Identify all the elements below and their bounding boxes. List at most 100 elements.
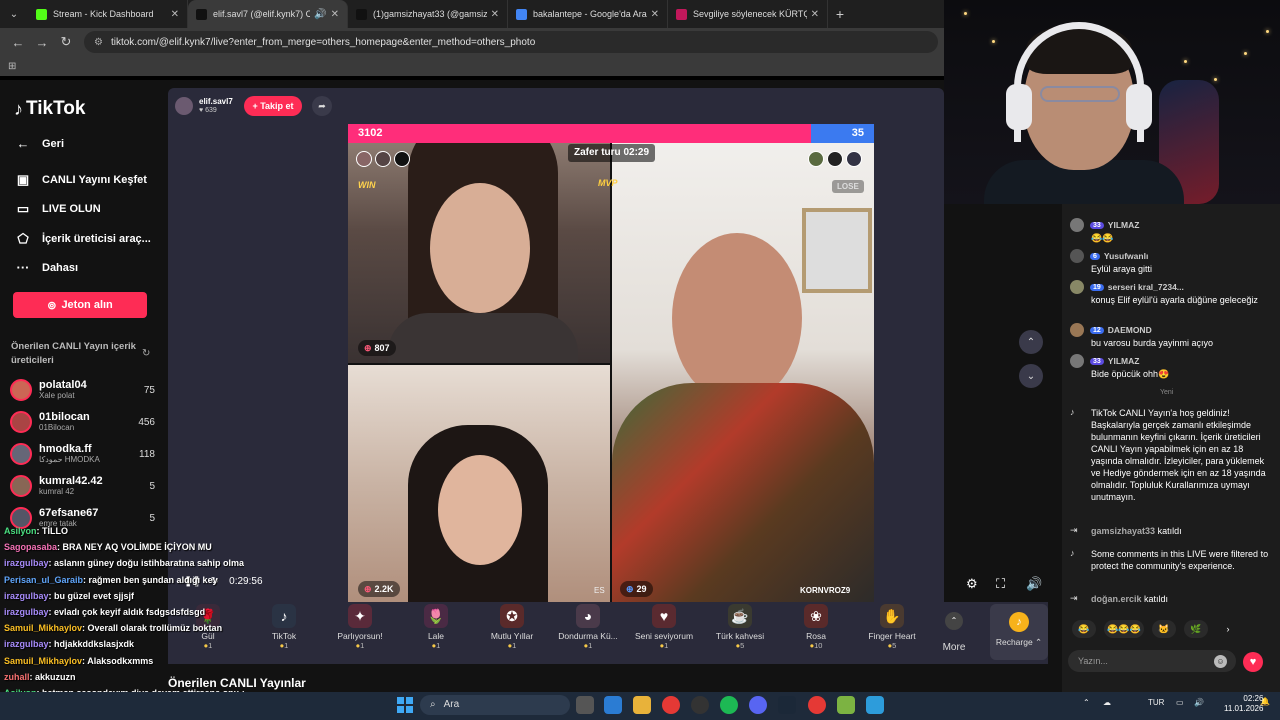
steam-icon[interactable] [778, 696, 796, 714]
creator-item[interactable]: polatal04 Xale polat 75 [10, 376, 155, 404]
fullscreen-icon[interactable]: ⛶ [996, 576, 1005, 592]
discord-icon[interactable] [749, 696, 767, 714]
chevron-right-icon[interactable]: › [1216, 620, 1240, 638]
refresh-icon[interactable]: ↻ [142, 348, 150, 359]
tab-google-search[interactable]: bakalantepe - Google'da Ara ✕ [508, 0, 668, 28]
sidebar-item-go-live[interactable]: ▭ LIVE OLUN [14, 201, 101, 217]
creator-item[interactable]: kumral42.42 kumral 42 5 [10, 472, 155, 500]
tray-chevron-icon[interactable]: ⌃ [1083, 698, 1090, 707]
new-tab-button[interactable]: + [828, 6, 852, 22]
tab-kurtce[interactable]: Sevgiliye söylenecek KÜRTÇE E✕ [668, 0, 828, 28]
gift-item[interactable]: ✋ Finger Heart ●5 [856, 604, 928, 650]
tiktok-logo[interactable]: ♪ TikTok [14, 98, 85, 120]
gift-item[interactable]: 🌷 Lale ●1 [400, 604, 472, 650]
speaker-icon[interactable]: 🔊 [314, 9, 326, 20]
like-heart-button[interactable]: ♥ [1243, 652, 1263, 672]
volume-icon[interactable]: 🔊 [1194, 698, 1204, 707]
keyboard-language[interactable]: TUR [1148, 698, 1164, 707]
sidebar-item-creator-tools[interactable]: ⬠ İçerik üreticisi araç... [14, 231, 151, 247]
spotify-icon[interactable] [720, 696, 738, 714]
video-tile-top-left [348, 143, 610, 363]
github-icon[interactable] [691, 696, 709, 714]
mvp-badge: MVP [598, 178, 618, 188]
sidebar-item-more[interactable]: ··· Dahası [14, 260, 79, 275]
volume-icon[interactable]: 🔊 [1026, 576, 1042, 592]
tab-kick-dashboard[interactable]: Stream - Kick Dashboard ✕ [28, 0, 188, 28]
gift-item[interactable]: ❀ Rosa ●10 [780, 604, 852, 650]
join-icon: ⇥ [1070, 525, 1078, 535]
host-info[interactable]: elif.savl7 ♥ 639 [175, 96, 233, 116]
arrow-left-icon: ← [16, 136, 30, 151]
fairy-light [1244, 52, 1247, 55]
app-icon[interactable] [866, 696, 884, 714]
next-live-button[interactable]: ⌄ [1019, 364, 1043, 388]
emoji-icon[interactable]: ☺ [1214, 655, 1227, 668]
tab-tiktok-gamsizhayat[interactable]: (1)gamsizhayat33 (@gamsizhay✕ [348, 0, 508, 28]
chat-username[interactable]: YILMAZ [1108, 220, 1140, 230]
sidebar-item-explore-live[interactable]: ▣ CANLI Yayını Keşfet [14, 172, 147, 188]
gift-item[interactable]: ♥ Seni seviyorum ●1 [628, 604, 700, 650]
windows-start-icon[interactable] [397, 697, 413, 713]
reaction-button[interactable]: 🌿 [1184, 620, 1208, 638]
settings-icon[interactable]: ⚙ [966, 576, 978, 592]
chat-username[interactable]: YILMAZ [1108, 356, 1140, 366]
url-input[interactable]: ⚙ tiktok.com/@elif.kynk7/live?enter_from_… [84, 31, 938, 53]
more-gifts-button[interactable]: ⌃ More [930, 612, 978, 653]
reload-icon[interactable]: ↻ [54, 34, 78, 50]
back-icon[interactable]: ← [6, 35, 30, 50]
close-icon[interactable]: ✕ [651, 9, 659, 20]
chat-username[interactable]: Yusufwanlı [1104, 251, 1148, 261]
avatar[interactable] [1070, 323, 1084, 337]
chrome-icon[interactable] [662, 696, 680, 714]
notification-bell-icon[interactable]: 🔔 [1260, 697, 1270, 706]
reaction-button[interactable]: 😂 [1072, 620, 1096, 638]
gift-item[interactable]: ✦ Parlıyorsun! ●1 [324, 604, 396, 650]
follow-button[interactable]: + Takip et [244, 96, 302, 116]
task-view-icon[interactable] [576, 696, 594, 714]
creator-item[interactable]: hmodka.ff حمودكا HMODKA 118 [10, 440, 155, 468]
avatar[interactable] [1070, 354, 1084, 368]
recharge-button[interactable]: ♪ Recharge ⌃ [990, 604, 1048, 660]
store-icon[interactable] [604, 696, 622, 714]
cloud-icon[interactable]: ☁ [1103, 698, 1111, 707]
close-icon[interactable]: ✕ [171, 9, 179, 20]
tiktok-note-icon: ♪ [14, 98, 23, 119]
host-avatar[interactable] [175, 97, 193, 115]
chat-username: zuhall [4, 671, 30, 682]
reaction-button[interactable]: 🐱 [1152, 620, 1176, 638]
apps-grid-icon[interactable]: ⊞ [8, 61, 16, 72]
chat-username[interactable]: serseri kral_7234... [1108, 282, 1184, 292]
chrome-icon[interactable] [808, 696, 826, 714]
chat-username[interactable]: DAEMOND [1108, 325, 1152, 335]
network-icon[interactable]: ▭ [1176, 698, 1184, 707]
close-icon[interactable]: ✕ [331, 9, 339, 20]
tab-tiktok-live[interactable]: elif.savl7 (@elif.kynk7) CAN🔊✕ [188, 0, 348, 28]
creator-item[interactable]: 01bilocan 01Bilocan 456 [10, 408, 155, 436]
quick-reactions: 😂 😂😂😂 🐱 🌿 › [1072, 620, 1248, 638]
gift-item[interactable]: ☕ Türk kahvesi ●5 [704, 604, 776, 650]
file-explorer-icon[interactable] [633, 696, 651, 714]
sidebar-item-back[interactable]: ← Geri [14, 136, 65, 151]
app-icon[interactable] [837, 696, 855, 714]
top-gifters-right[interactable] [808, 151, 865, 167]
close-icon[interactable]: ✕ [811, 9, 819, 20]
avatar[interactable] [1070, 249, 1084, 263]
site-info-icon[interactable]: ⚙ [94, 37, 103, 48]
taskbar-search[interactable]: ⌕ Ara [420, 695, 570, 715]
gift-item[interactable]: ✪ Mutlu Yıllar ●1 [476, 604, 548, 650]
gift-item[interactable]: ♪ TikTok ●1 [248, 604, 320, 650]
gift-item[interactable]: ◕ Dondurma Kü... ●1 [552, 604, 624, 650]
tab-search-dropdown-icon[interactable]: ⌄ [0, 0, 28, 28]
taskbar-clock[interactable]: 02:26 11.01.2026 [1224, 694, 1263, 714]
get-coins-button[interactable]: ⊚ Jeton alın [13, 292, 147, 318]
forward-icon[interactable]: → [30, 35, 54, 50]
avatar[interactable] [1070, 218, 1084, 232]
previous-live-button[interactable]: ⌃ [1019, 330, 1043, 354]
avatar[interactable] [1070, 280, 1084, 294]
top-gifters-left[interactable] [356, 151, 413, 167]
share-icon[interactable]: ➦ [312, 96, 332, 116]
viewer-count: 75 [143, 384, 155, 396]
close-icon[interactable]: ✕ [491, 9, 499, 20]
chat-input[interactable]: Yazın... [1068, 650, 1236, 672]
reaction-button[interactable]: 😂😂😂 [1104, 620, 1144, 638]
